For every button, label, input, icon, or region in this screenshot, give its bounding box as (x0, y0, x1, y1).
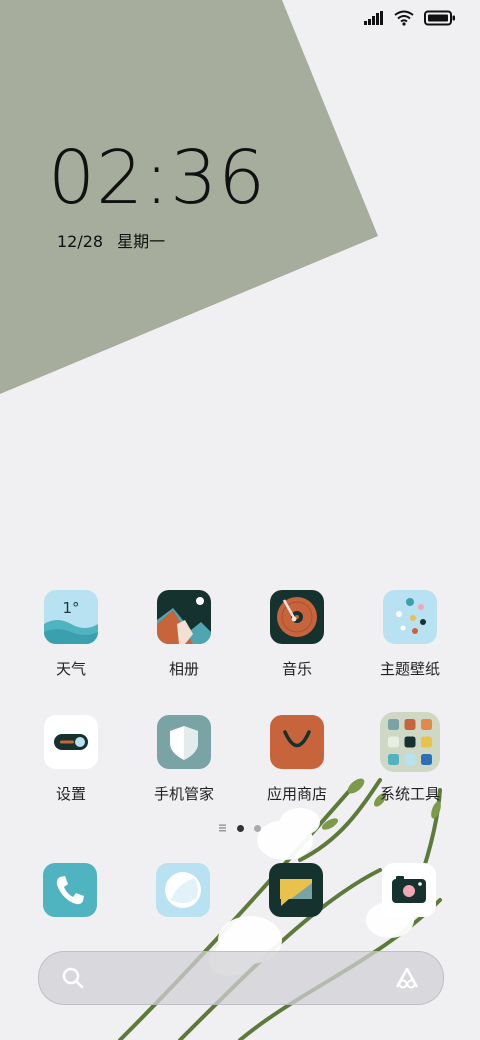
weather-temp: 1° (62, 599, 80, 617)
clock-date[interactable]: 12/28 星期一 (57, 228, 179, 252)
app-label: 系统工具 (379, 785, 440, 803)
camera-icon (382, 863, 436, 917)
page-list-icon (219, 824, 226, 832)
page-indicator[interactable] (219, 824, 261, 832)
battery-icon (424, 10, 455, 26)
app-label: 主题壁纸 (379, 660, 440, 678)
dock-messages[interactable] (269, 863, 323, 917)
app-settings[interactable]: 设置 (16, 715, 126, 804)
music-icon (270, 590, 324, 644)
app-label: 手机管家 (153, 785, 214, 803)
app-label: 相册 (168, 660, 199, 678)
phone-icon (43, 863, 97, 917)
app-themes[interactable]: 主题壁纸 (355, 590, 465, 679)
dock-browser[interactable] (156, 863, 210, 917)
page-dot (254, 824, 261, 832)
search-icon[interactable] (61, 966, 85, 990)
weather-icon: 1° (44, 590, 98, 644)
page-dot-active (237, 824, 244, 832)
app-label: 天气 (55, 660, 86, 678)
clock-time[interactable]: 02:36 (48, 138, 266, 218)
messages-icon (269, 863, 323, 917)
browser-icon (156, 863, 210, 917)
app-gallery[interactable]: 相册 (129, 590, 239, 679)
themes-icon (383, 590, 437, 644)
gallery-icon (157, 590, 211, 644)
date-text: 12/28 (57, 232, 104, 251)
assistant-icon[interactable] (393, 965, 421, 991)
app-security[interactable]: 手机管家 (129, 715, 239, 804)
status-bar (364, 10, 456, 26)
app-store-icon (270, 715, 324, 769)
app-label: 设置 (55, 785, 86, 803)
search-bar[interactable] (38, 951, 444, 1005)
settings-icon (44, 715, 98, 769)
app-folder-tools[interactable]: 系统工具 (355, 712, 465, 804)
app-music[interactable]: 音乐 (242, 590, 352, 679)
app-store[interactable]: 应用商店 (242, 715, 352, 804)
dock-phone[interactable] (43, 863, 97, 917)
app-weather[interactable]: 1° 天气 (16, 590, 126, 679)
app-label: 应用商店 (266, 785, 327, 803)
dock-camera[interactable] (382, 863, 436, 917)
weekday-text: 星期一 (117, 232, 166, 251)
signal-icon (364, 11, 383, 25)
wifi-icon (394, 10, 414, 26)
folder-icon (380, 712, 440, 772)
security-icon (157, 715, 211, 769)
app-label: 音乐 (281, 660, 312, 678)
